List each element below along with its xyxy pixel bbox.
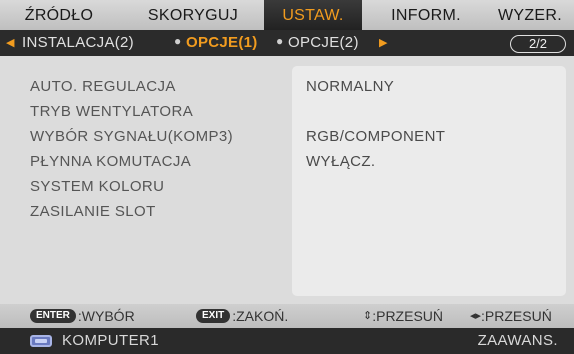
- hint-enter: ENTER:WYBÓR: [30, 307, 135, 325]
- value-system-koloru: [306, 174, 445, 199]
- option-values-box: NORMALNY RGB/COMPONENT WYŁĄCZ.: [292, 66, 566, 296]
- value-auto-regulacja: NORMALNY: [306, 78, 395, 95]
- subtab-opcje-1[interactable]: OPCJE(1): [186, 33, 258, 53]
- hint-exit-label: :ZAKOŃ.: [232, 308, 289, 324]
- menu-tab-bar: ŹRÓDŁO SKORYGUJ USTAW. INFORM. WYZER.: [0, 0, 574, 30]
- value-tryb-wentylatora: [306, 99, 445, 124]
- option-list: AUTO. REGULACJA TRYB WENTYLATORA WYBÓR S…: [30, 74, 280, 224]
- projector-menu-screen: ŹRÓDŁO SKORYGUJ USTAW. INFORM. WYZER. ◀ …: [0, 0, 574, 354]
- options-panel: AUTO. REGULACJA TRYB WENTYLATORA WYBÓR S…: [0, 56, 574, 304]
- enter-key-badge: ENTER: [30, 309, 76, 324]
- leftright-arrows-icon: ◂▸: [470, 310, 482, 323]
- exit-key-badge: EXIT: [196, 309, 231, 324]
- hint-move-vertical: ⇕:PRZESUŃ: [363, 307, 443, 325]
- tab-ustaw[interactable]: USTAW.: [264, 0, 362, 30]
- option-plynna-komutacja[interactable]: PŁYNNA KOMUTACJA: [30, 149, 280, 174]
- option-wybor-sygnalu[interactable]: WYBÓR SYGNAŁU(KOMP3): [30, 124, 280, 149]
- tab-wyzer[interactable]: WYZER.: [488, 0, 572, 30]
- subtab-instalacja-2[interactable]: INSTALACJA(2): [22, 33, 134, 53]
- hint-move-horizontal: ◂▸:PRZESUŃ: [470, 307, 552, 325]
- option-tryb-wentylatora[interactable]: TRYB WENTYLATORA: [30, 99, 280, 124]
- value-wybor-sygnalu: RGB/COMPONENT: [306, 128, 446, 145]
- option-auto-regulacja[interactable]: AUTO. REGULACJA: [30, 74, 280, 99]
- input-source-label: KOMPUTER1: [62, 332, 159, 349]
- updown-arrows-icon: ⇕: [363, 310, 373, 323]
- key-hint-bar: ENTER:WYBÓR EXIT:ZAKOŃ. ⇕:PRZESUŃ ◂▸:PRZ…: [0, 304, 574, 328]
- subtab-separator: ●: [276, 34, 284, 48]
- value-plynna-komutacja: WYŁĄCZ.: [306, 153, 376, 170]
- hint-enter-label: :WYBÓR: [77, 308, 135, 324]
- triangle-left-icon[interactable]: ◀: [6, 36, 14, 49]
- triangle-right-icon[interactable]: ▶: [379, 36, 387, 49]
- menu-mode-label: ZAAWANS.: [477, 332, 558, 349]
- tab-inform[interactable]: INFORM.: [370, 0, 482, 30]
- tab-skoryguj[interactable]: SKORYGUJ: [128, 0, 258, 30]
- value-zasilanie-slot: [306, 199, 445, 224]
- monitor-icon: [30, 335, 52, 347]
- option-system-koloru[interactable]: SYSTEM KOLORU: [30, 174, 280, 199]
- subtab-opcje-2[interactable]: OPCJE(2): [288, 33, 359, 53]
- option-zasilanie-slot[interactable]: ZASILANIE SLOT: [30, 199, 280, 224]
- option-value-list: NORMALNY RGB/COMPONENT WYŁĄCZ.: [306, 74, 445, 224]
- hint-move-horizontal-label: :PRZESUŃ: [481, 308, 552, 324]
- status-bar: KOMPUTER1 ZAAWANS.: [0, 328, 574, 354]
- tab-zrodlo[interactable]: ŹRÓDŁO: [4, 0, 114, 30]
- hint-exit: EXIT:ZAKOŃ.: [196, 307, 288, 325]
- page-indicator: 2/2: [510, 35, 566, 53]
- submenu-tab-bar: ◀ INSTALACJA(2) ● OPCJE(1) ● OPCJE(2) ▶ …: [0, 30, 574, 56]
- hint-move-vertical-label: :PRZESUŃ: [372, 308, 444, 324]
- subtab-separator: ●: [174, 34, 182, 48]
